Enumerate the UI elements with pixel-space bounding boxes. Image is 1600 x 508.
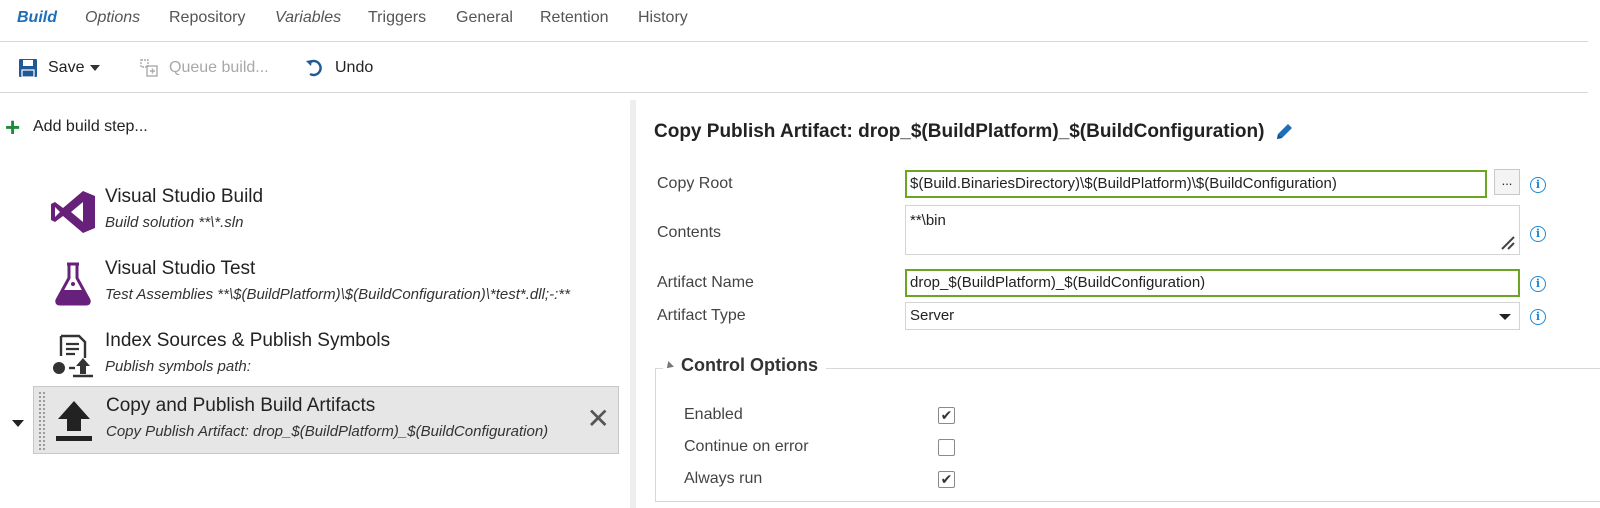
toolbar: Save Queue build... Undo bbox=[0, 42, 1588, 93]
always-run-checkbox[interactable]: ✔ bbox=[938, 471, 955, 488]
copy-root-label: Copy Root bbox=[657, 175, 733, 192]
queue-build-icon bbox=[140, 59, 158, 77]
build-step-index-sources[interactable]: Index Sources & Publish Symbols Publish … bbox=[33, 322, 619, 390]
step-subtitle: Publish symbols path: bbox=[105, 358, 251, 375]
step-title: Visual Studio Build bbox=[105, 186, 264, 207]
always-run-label: Always run bbox=[684, 470, 763, 487]
build-step-visual-studio-build[interactable]: Visual Studio Build Build solution **\*.… bbox=[33, 178, 619, 246]
task-title: Copy Publish Artifact: drop_$(BuildPlatf… bbox=[654, 121, 1294, 143]
enabled-checkbox[interactable]: ✔ bbox=[938, 407, 955, 424]
drag-handle[interactable] bbox=[38, 391, 46, 451]
tab-history[interactable]: History bbox=[638, 9, 688, 27]
step-subtitle: Copy Publish Artifact: drop_$(BuildPlatf… bbox=[106, 423, 549, 440]
save-dropdown-caret-icon[interactable] bbox=[90, 65, 101, 71]
pencil-icon[interactable] bbox=[1274, 122, 1294, 142]
continue-on-error-checkbox[interactable] bbox=[938, 439, 955, 456]
tab-general[interactable]: General bbox=[456, 9, 513, 27]
tab-options[interactable]: Options bbox=[85, 9, 140, 27]
save-icon bbox=[19, 59, 37, 78]
publish-symbols-icon bbox=[53, 334, 93, 378]
save-button[interactable]: Save bbox=[18, 58, 101, 78]
build-step-visual-studio-test[interactable]: Visual Studio Test Test Assemblies **\$(… bbox=[33, 250, 619, 318]
resize-handle-icon[interactable] bbox=[1498, 233, 1516, 251]
info-icon[interactable]: i bbox=[1530, 226, 1546, 242]
add-build-step-button[interactable]: + Add build step... bbox=[5, 112, 148, 142]
contents-textarea[interactable]: **\bin bbox=[905, 205, 1520, 255]
undo-label: Undo bbox=[335, 59, 374, 76]
save-label: Save bbox=[48, 59, 85, 76]
tab-triggers[interactable]: Triggers bbox=[368, 9, 426, 27]
browse-button[interactable]: ... bbox=[1494, 169, 1520, 195]
tab-bar: Build Options Repository Variables Trigg… bbox=[0, 0, 1588, 42]
info-icon[interactable]: i bbox=[1530, 177, 1546, 193]
queue-build-label: Queue build... bbox=[169, 59, 269, 76]
visual-studio-icon bbox=[51, 191, 95, 233]
build-step-copy-publish-artifacts[interactable]: Copy and Publish Build Artifacts Copy Pu… bbox=[33, 386, 619, 454]
plus-icon: + bbox=[5, 112, 21, 142]
control-options-group bbox=[655, 368, 1600, 502]
enabled-label: Enabled bbox=[684, 406, 743, 423]
continue-on-error-label: Continue on error bbox=[684, 438, 809, 455]
expand-caret-icon[interactable] bbox=[12, 420, 24, 427]
artifact-name-input[interactable]: drop_$(BuildPlatform)_$(BuildConfigurati… bbox=[905, 269, 1520, 297]
tab-variables[interactable]: Variables bbox=[275, 9, 341, 27]
info-icon[interactable]: i bbox=[1530, 309, 1546, 325]
tab-build[interactable]: Build bbox=[17, 9, 57, 27]
step-subtitle: Test Assemblies **\$(BuildPlatform)\$(Bu… bbox=[105, 286, 570, 303]
control-options-header[interactable]: Control Options bbox=[663, 355, 826, 376]
upload-icon bbox=[56, 401, 92, 441]
contents-value: **\bin bbox=[910, 212, 946, 229]
contents-label: Contents bbox=[657, 224, 722, 241]
step-title: Copy and Publish Build Artifacts bbox=[106, 395, 376, 416]
undo-button[interactable]: Undo bbox=[305, 58, 373, 78]
chevron-down-icon bbox=[1499, 314, 1511, 320]
copy-root-input[interactable]: $(Build.BinariesDirectory)\$(BuildPlatfo… bbox=[905, 170, 1487, 198]
undo-icon bbox=[306, 59, 322, 77]
collapse-triangle-icon bbox=[664, 360, 674, 371]
task-title-text: Copy Publish Artifact: drop_$(BuildPlatf… bbox=[654, 121, 1265, 142]
tab-retention[interactable]: Retention bbox=[540, 9, 609, 27]
step-subtitle: Build solution **\*.sln bbox=[105, 214, 244, 231]
remove-step-icon[interactable]: ✕ bbox=[587, 405, 610, 433]
queue-build-button[interactable]: Queue build... bbox=[139, 58, 269, 78]
build-steps-pane: + Add build step... Visual Studio Build … bbox=[0, 94, 630, 508]
pane-splitter[interactable] bbox=[630, 100, 636, 508]
step-title: Index Sources & Publish Symbols bbox=[105, 330, 391, 351]
control-options-title: Control Options bbox=[681, 355, 818, 375]
artifact-type-select[interactable]: Server bbox=[905, 302, 1520, 330]
info-icon[interactable]: i bbox=[1530, 276, 1546, 292]
step-title: Visual Studio Test bbox=[105, 258, 256, 279]
add-build-step-label: Add build step... bbox=[33, 118, 148, 135]
artifact-type-value: Server bbox=[910, 307, 955, 324]
artifact-name-label: Artifact Name bbox=[657, 274, 754, 291]
flask-icon bbox=[55, 262, 91, 306]
tab-repository[interactable]: Repository bbox=[169, 9, 245, 27]
artifact-type-label: Artifact Type bbox=[657, 307, 746, 324]
